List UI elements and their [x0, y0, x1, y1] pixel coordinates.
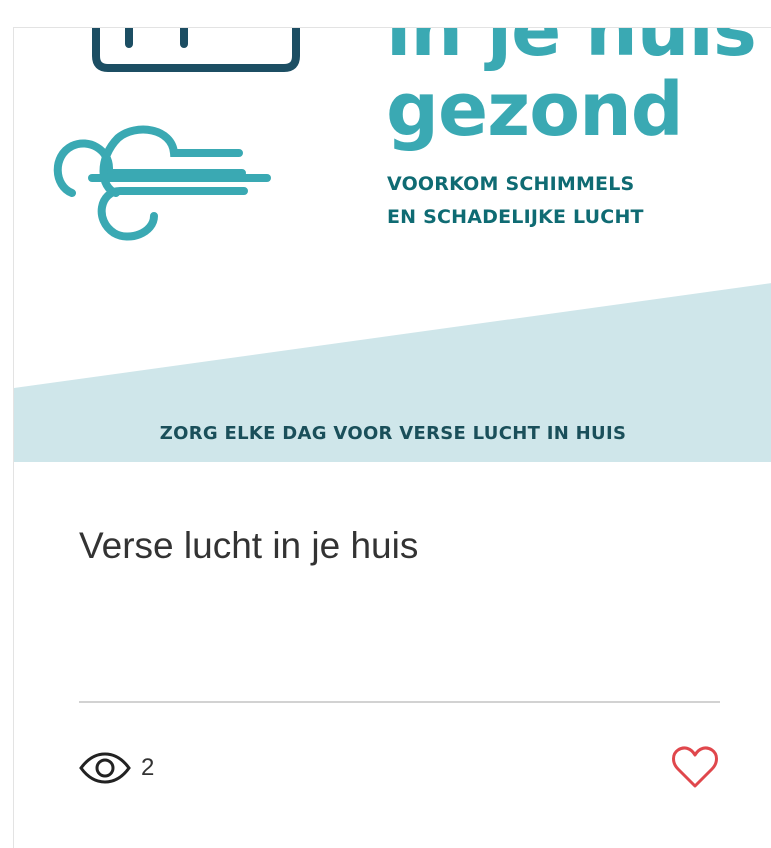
cover-headline-line1: in je huis [386, 28, 757, 73]
cover-banner-text: ZORG ELKE DAG VOOR VERSE LUCHT IN HUIS [159, 423, 627, 444]
wind-icon [53, 125, 271, 241]
view-count-value: 2 [141, 754, 155, 781]
like-button[interactable] [671, 746, 719, 790]
window-icon [92, 28, 300, 72]
eye-icon [79, 752, 131, 784]
heart-icon [672, 746, 718, 788]
post-title[interactable]: Verse lucht in je huis [79, 525, 418, 567]
post-cover-image[interactable]: in je huis gezond VOORKOM SCHIMMELS EN S… [14, 28, 771, 462]
cover-headline-line2: gezond [386, 67, 684, 153]
cover-subhead-line2: EN SCHADELIJKE LUCHT [387, 206, 644, 228]
post-card[interactable]: in je huis gezond VOORKOM SCHIMMELS EN S… [13, 27, 771, 848]
cover-subhead-line1: VOORKOM SCHIMMELS [387, 173, 635, 195]
view-count: 2 [79, 748, 154, 788]
divider [79, 701, 720, 703]
